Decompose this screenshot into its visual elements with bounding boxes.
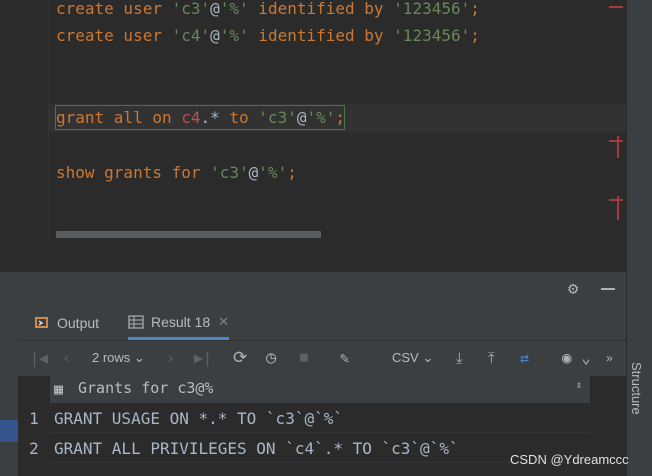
code-line-show-grants[interactable]: show grants for 'c3'@'%'; (56, 162, 297, 184)
keyword: create user (56, 0, 172, 18)
result-tabs: Output Result 18 ✕ (18, 306, 626, 340)
tab-output-label: Output (57, 315, 100, 331)
string: 'c4' (171, 26, 211, 45)
close-icon[interactable]: ✕ (218, 314, 229, 330)
at-sign: @ (248, 163, 259, 182)
keyword: to (219, 108, 259, 127)
string: 'c3' (258, 108, 297, 127)
at-sign: @ (210, 0, 220, 18)
identifier: c4 (181, 108, 201, 127)
string: '123456' (393, 26, 471, 45)
at-sign: @ (210, 26, 220, 45)
history-icon[interactable]: ◷ (266, 349, 276, 367)
sort-icon[interactable]: ⇕ (576, 380, 582, 391)
tab-output[interactable]: Output (34, 306, 99, 340)
keyword: grant all on (56, 108, 182, 127)
sql-editor[interactable]: create user 'c3'@'%' identified by '1234… (0, 0, 626, 242)
code-line-create-c4[interactable]: create user 'c4'@'%' identified by '1234… (56, 25, 480, 47)
code-line-create-c3[interactable]: create user 'c3'@'%' identified by '1234… (56, 0, 480, 20)
previous-page-icon[interactable]: ‹ (62, 349, 71, 367)
keyword: show grants for (56, 163, 211, 182)
refresh-icon[interactable]: ⟳ (233, 349, 247, 367)
next-page-icon[interactable]: › (166, 349, 175, 367)
string: 'c3' (210, 163, 249, 182)
more-icon[interactable]: » (606, 349, 613, 367)
column-header[interactable]: ▦ Grants for c3@% ⇕ (50, 376, 590, 403)
compare-icon[interactable]: ⇄ (520, 349, 529, 367)
tab-result-18[interactable]: Result 18 ✕ (128, 306, 230, 340)
upload-icon[interactable]: ⤒ (488, 349, 495, 367)
error-marker (609, 199, 623, 201)
semicolon: ; (335, 108, 346, 127)
output-icon (35, 317, 48, 328)
string: '123456' (393, 0, 471, 18)
rows-count-selector[interactable]: 2 rows ⌄ (92, 349, 145, 367)
structure-tool-tab[interactable]: Structure (629, 362, 644, 415)
string: 'c3' (171, 0, 211, 18)
table-icon (128, 314, 144, 329)
rows-count-label: 2 rows (92, 350, 131, 365)
string: '%' (219, 26, 249, 45)
keyword: identified by (248, 26, 394, 45)
export-format-selector[interactable]: CSV ⌄ (392, 349, 433, 367)
left-tool-strip (0, 306, 18, 476)
download-icon[interactable]: ⤓ (456, 349, 463, 367)
column-header-label: Grants for c3@% (78, 379, 214, 397)
error-marker (609, 6, 623, 8)
minimize-icon[interactable] (601, 288, 615, 290)
wildcard: .* (200, 108, 220, 127)
last-page-icon[interactable]: ▶| (194, 349, 212, 367)
keyword: identified by (248, 0, 394, 18)
row-number: 1 (29, 409, 39, 428)
horizontal-scrollbar[interactable] (56, 231, 321, 238)
code-line-grant[interactable]: grant all on c4.* to 'c3'@'%'; (56, 107, 345, 129)
tab-result-label: Result 18 (151, 313, 211, 330)
error-marker (609, 140, 623, 142)
stop-icon[interactable]: ■ (300, 349, 308, 367)
pin-icon[interactable]: ✎ (340, 349, 349, 367)
split-bar[interactable] (0, 242, 626, 273)
table-cell[interactable]: GRANT USAGE ON *.* TO `c3`@`%` (50, 404, 590, 433)
watermark: CSDN @Ydreamccc (510, 452, 629, 467)
selected-service-marker (0, 420, 18, 442)
semicolon: ; (470, 0, 480, 18)
row-number: 2 (29, 439, 39, 458)
keyword: create user (56, 26, 172, 45)
view-options-icon[interactable]: ◉ ⌄ (562, 349, 591, 367)
string: '%' (219, 0, 249, 18)
table-cell[interactable]: GRANT ALL PRIVILEGES ON `c4`.* TO `c3`@`… (50, 434, 590, 463)
string: '%' (258, 163, 288, 182)
export-format-label: CSV (392, 350, 419, 365)
services-panel-header (0, 272, 626, 306)
semicolon: ; (470, 26, 480, 45)
gear-icon[interactable]: ⚙ (568, 279, 578, 299)
result-toolbar: |◀ ‹ 2 rows ⌄ › ▶| ⟳ ◷ ■ ✎ CSV ⌄ ⤓ ⤒ ⇄ ◉… (18, 340, 626, 377)
table-icon: ▦ (54, 380, 64, 398)
string: '%' (306, 108, 336, 127)
semicolon: ; (287, 163, 297, 182)
first-page-icon[interactable]: |◀ (30, 349, 48, 367)
